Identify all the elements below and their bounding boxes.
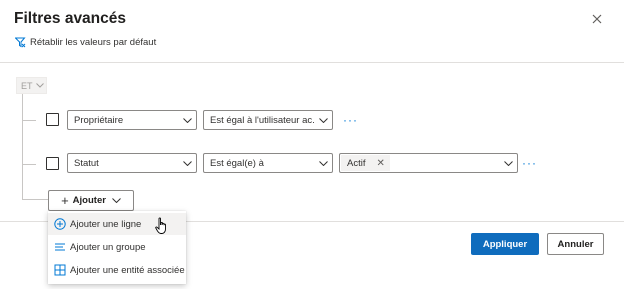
tree-line bbox=[22, 94, 23, 199]
filter-reset-icon bbox=[15, 37, 26, 48]
reset-defaults-label: Rétablir les valeurs par défaut bbox=[30, 37, 157, 48]
tree-line bbox=[22, 120, 36, 121]
operator-dropdown[interactable]: Est égal à l'utilisateur ac... bbox=[203, 110, 333, 130]
chevron-down-icon bbox=[35, 83, 44, 88]
chevron-down-icon bbox=[178, 117, 196, 123]
menu-item-label: Ajouter une entité associée bbox=[70, 264, 185, 276]
tree-line bbox=[22, 199, 48, 200]
operator-dropdown[interactable]: Est égal(e) à bbox=[203, 153, 333, 173]
chevron-down-icon bbox=[112, 195, 121, 206]
chevron-down-icon bbox=[499, 160, 517, 166]
cancel-button[interactable]: Annuler bbox=[547, 233, 604, 255]
operator-dropdown-value: Est égal(e) à bbox=[210, 157, 264, 169]
operator-dropdown-value: Est égal à l'utilisateur ac... bbox=[210, 114, 314, 126]
related-entity-icon bbox=[53, 264, 66, 277]
reset-defaults-button[interactable]: Rétablir les valeurs par défaut bbox=[15, 37, 156, 48]
group-operator-label: ET bbox=[21, 80, 33, 91]
field-dropdown[interactable]: Statut bbox=[67, 153, 197, 173]
add-button[interactable]: + Ajouter bbox=[48, 190, 134, 211]
field-dropdown-value: Statut bbox=[74, 157, 99, 169]
header-divider bbox=[0, 62, 624, 63]
group-operator-select[interactable]: ET bbox=[16, 77, 47, 94]
plus-icon: + bbox=[61, 193, 69, 208]
dialog-title: Filtres avancés bbox=[14, 10, 127, 27]
field-dropdown[interactable]: Propriétaire bbox=[67, 110, 197, 130]
apply-button[interactable]: Appliquer bbox=[471, 233, 539, 255]
chevron-down-icon bbox=[314, 117, 332, 123]
add-button-label: Ajouter bbox=[72, 195, 106, 206]
menu-item-add-related-entity[interactable]: Ajouter une entité associée bbox=[48, 259, 186, 281]
menu-item-label: Ajouter une ligne bbox=[70, 218, 142, 230]
row-checkbox[interactable] bbox=[46, 113, 59, 126]
row-checkbox[interactable] bbox=[46, 157, 59, 170]
row-more-options-button[interactable]: ··· bbox=[343, 114, 358, 126]
menu-item-label: Ajouter un groupe bbox=[70, 241, 146, 253]
close-icon[interactable] bbox=[590, 12, 604, 26]
chevron-down-icon bbox=[178, 160, 196, 166]
tree-line bbox=[22, 164, 36, 165]
remove-tag-icon[interactable]: ✕ bbox=[376, 158, 384, 169]
add-circle-icon bbox=[53, 218, 66, 231]
value-tag: Actif ✕ bbox=[341, 155, 390, 171]
value-tag-label: Actif bbox=[347, 157, 366, 169]
row-more-options-button[interactable]: ··· bbox=[522, 157, 537, 169]
field-dropdown-value: Propriétaire bbox=[74, 114, 124, 126]
group-list-icon bbox=[53, 241, 66, 254]
hand-pointer-cursor-icon bbox=[155, 217, 169, 240]
chevron-down-icon bbox=[314, 160, 332, 166]
